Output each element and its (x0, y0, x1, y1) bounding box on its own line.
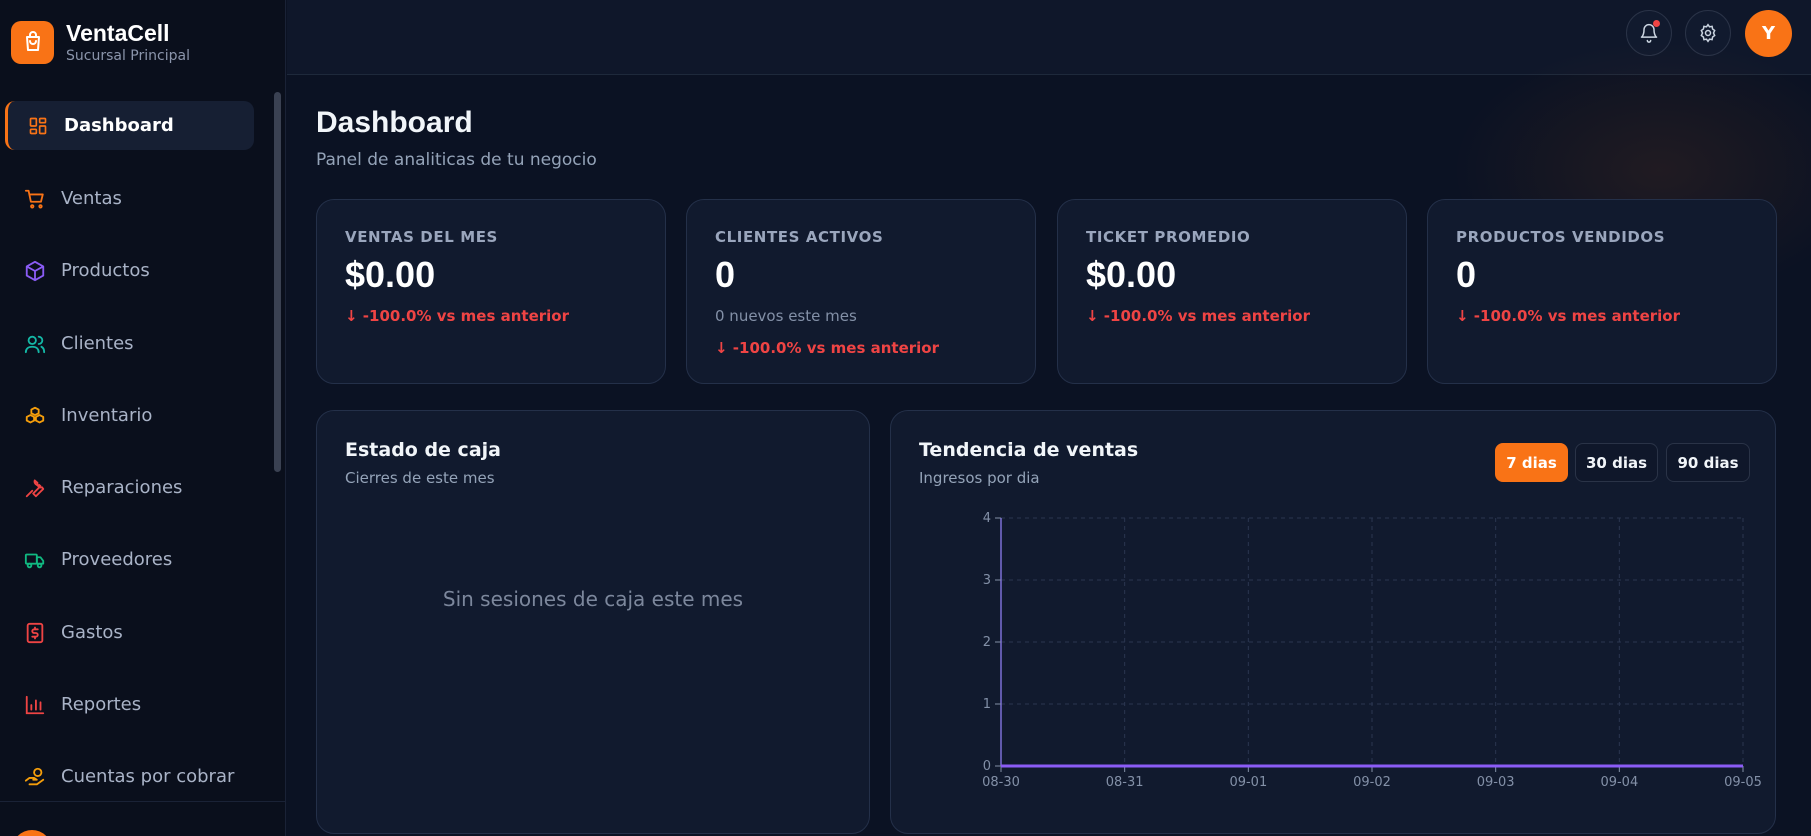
kpi-card-ventas-del-mes: VENTAS DEL MES $0.00 ↓ -100.0% vs mes an… (316, 199, 666, 384)
user-avatar-partial[interactable] (12, 830, 52, 836)
kpi-card-ticket-promedio: TICKET PROMEDIO $0.00 ↓ -100.0% vs mes a… (1057, 199, 1407, 384)
sidebar-item-clientes[interactable]: Clientes (5, 319, 254, 368)
top-bar (287, 0, 1811, 75)
sidebar-item-productos[interactable]: Productos (5, 246, 254, 295)
kpi-delta: ↓ -100.0% vs mes anterior (715, 339, 939, 357)
sidebar-item-ventas[interactable]: Ventas (5, 174, 254, 223)
sidebar-item-reportes[interactable]: Reportes (5, 680, 254, 729)
kpi-subtext: 0 nuevos este mes (715, 307, 857, 325)
cash-status-panel: Estado de caja Cierres de este mes Sin s… (316, 410, 870, 834)
y-tick-label: 3 (983, 573, 991, 588)
dashboard-grid-icon (27, 115, 49, 137)
sidebar-item-label: Inventario (61, 405, 153, 426)
box-icon (24, 260, 46, 282)
sidebar-item-inventario[interactable]: Inventario (5, 391, 254, 440)
kpi-delta: ↓ -100.0% vs mes anterior (1456, 307, 1680, 325)
sidebar-item-label: Gastos (61, 622, 123, 643)
y-tick-label: 4 (983, 511, 991, 526)
user-avatar[interactable]: Y (1745, 10, 1792, 57)
x-tick-label: 08-30 (982, 775, 1020, 790)
sidebar-item-label: Ventas (61, 188, 122, 209)
settings-button[interactable] (1685, 10, 1731, 56)
brand[interactable]: VentaCell Sucursal Principal (11, 20, 190, 64)
sidebar-item-label: Clientes (61, 333, 134, 354)
receipt-dollar-icon (24, 622, 46, 644)
page-title: Dashboard (316, 106, 473, 139)
sidebar-item-label: Productos (61, 260, 150, 281)
y-tick-label: 1 (983, 697, 991, 712)
kpi-label: TICKET PROMEDIO (1086, 228, 1251, 246)
shopping-bag-icon (11, 20, 54, 64)
sidebar-item-gastos[interactable]: Gastos (5, 608, 254, 657)
kpi-delta-text: -100.0% vs mes anterior (1103, 307, 1310, 325)
y-tick-label: 0 (983, 759, 991, 774)
sidebar-scrollbar[interactable] (274, 92, 281, 472)
x-tick-label: 09-03 (1477, 775, 1515, 790)
kpi-delta-text: -100.0% vs mes anterior (362, 307, 569, 325)
x-tick-label: 08-31 (1106, 775, 1144, 790)
users-icon (24, 333, 46, 355)
sidebar-nav: Dashboard Ventas Productos Clientes Inve… (0, 101, 270, 801)
kpi-value: $0.00 (1086, 254, 1177, 295)
kpi-card-productos-vendidos: PRODUCTOS VENDIDOS 0 ↓ -100.0% vs mes an… (1427, 199, 1777, 384)
sidebar: VentaCell Sucursal Principal Dashboard V… (0, 0, 286, 836)
kpi-delta: ↓ -100.0% vs mes anterior (345, 307, 569, 325)
empty-state-message: Sin sesiones de caja este mes (442, 587, 744, 611)
truck-icon (24, 549, 46, 571)
brand-subtitle: Sucursal Principal (66, 48, 190, 64)
kpi-value: 0 (715, 254, 736, 295)
panel-title: Estado de caja (345, 439, 501, 461)
cart-icon (24, 188, 46, 210)
kpi-delta-text: -100.0% vs mes anterior (732, 339, 939, 357)
page-subtitle: Panel de analiticas de tu negocio (316, 150, 597, 170)
sidebar-item-dashboard[interactable]: Dashboard (5, 101, 254, 150)
kpi-label: VENTAS DEL MES (345, 228, 498, 246)
kpi-delta-text: -100.0% vs mes anterior (1473, 307, 1680, 325)
sales-line-chart: 0 1 2 3 4 08-30 08-31 09-01 09-02 09-03 09-04 09-05 (982, 511, 1762, 790)
kpi-card-clientes-activos: CLIENTES ACTIVOS 0 0 nuevos este mes ↓ -… (686, 199, 1036, 384)
x-tick-label: 09-01 (1229, 775, 1267, 790)
sidebar-footer (0, 801, 286, 836)
sales-trend-panel: Tendencia de ventas Ingresos por dia 7 d… (890, 410, 1776, 834)
x-tick-label: 09-02 (1353, 775, 1391, 790)
kpi-value: 0 (1456, 254, 1477, 295)
y-tick-label: 2 (983, 635, 991, 650)
notification-dot (1653, 20, 1660, 27)
x-tick-label: 09-04 (1600, 775, 1638, 790)
sidebar-item-reparaciones[interactable]: Reparaciones (5, 463, 254, 512)
kpi-delta: ↓ -100.0% vs mes anterior (1086, 307, 1310, 325)
gear-icon (1698, 23, 1718, 43)
bar-chart-icon (24, 694, 46, 716)
boxes-icon (24, 405, 46, 427)
notifications-button[interactable] (1626, 10, 1672, 56)
sidebar-item-label: Dashboard (64, 115, 174, 136)
x-tick-label: 09-05 (1724, 775, 1762, 790)
sidebar-item-label: Reportes (61, 694, 142, 715)
kpi-value: $0.00 (345, 254, 436, 295)
kpi-label: PRODUCTOS VENDIDOS (1456, 228, 1666, 246)
hand-coins-icon (24, 766, 46, 788)
sidebar-item-label: Proveedores (61, 549, 173, 570)
brand-name: VentaCell (66, 20, 170, 46)
sidebar-item-label: Cuentas por cobrar (61, 766, 235, 787)
kpi-label: CLIENTES ACTIVOS (715, 228, 884, 246)
panel-subtitle: Cierres de este mes (345, 469, 495, 487)
sidebar-item-label: Reparaciones (61, 477, 183, 498)
sidebar-item-cuentas-por-cobrar[interactable]: Cuentas por cobrar (5, 752, 254, 801)
wrench-icon (24, 477, 46, 499)
sidebar-item-proveedores[interactable]: Proveedores (5, 535, 254, 584)
